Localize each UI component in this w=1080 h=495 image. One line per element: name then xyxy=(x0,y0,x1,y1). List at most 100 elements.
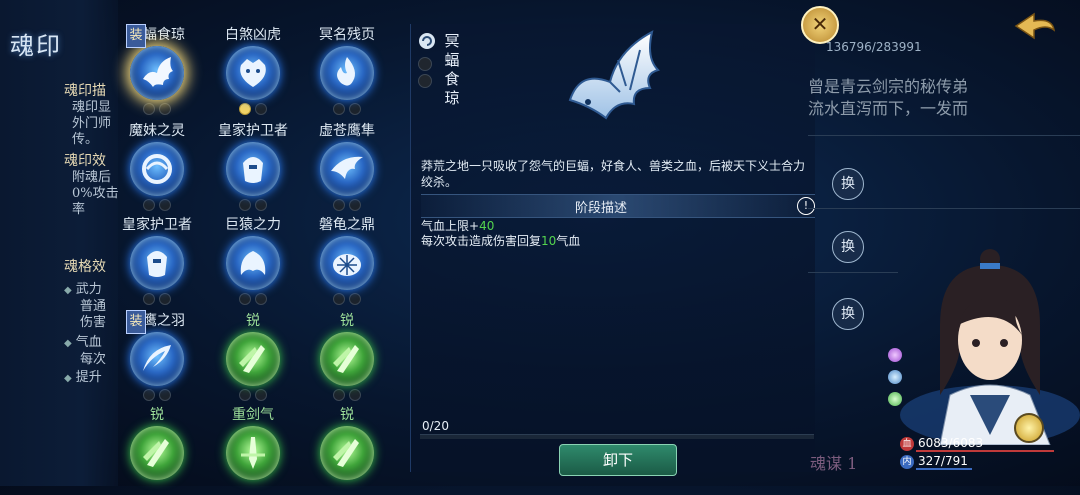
soul-description: 莽荒之地一只吸收了怨气的巨蝠，好食人、兽类之血，后被天下义士合力绞杀。 xyxy=(421,159,806,189)
slot-dot xyxy=(159,293,171,305)
guardian-icon xyxy=(243,157,263,183)
soul-seal-cell[interactable]: 狐鹰之羽装 xyxy=(112,310,202,401)
soul-seal-name: 锐 xyxy=(246,313,260,329)
slot-dot xyxy=(333,199,345,211)
soul-seal-orb[interactable] xyxy=(320,46,374,100)
flame-icon xyxy=(337,57,355,86)
sharp-icon xyxy=(333,345,359,373)
soul-seal-orb[interactable] xyxy=(226,236,280,290)
soul-seal-orb[interactable] xyxy=(226,46,280,100)
soul-seal-orb[interactable] xyxy=(320,142,374,196)
soul-seal-name: 皇家护卫者 xyxy=(218,123,288,139)
slot-row xyxy=(208,389,298,401)
soul-seal-orb[interactable]: 装 xyxy=(126,310,184,386)
bottom-label: 魂谋 1 xyxy=(810,454,858,473)
close-button[interactable]: ✕ xyxy=(801,6,839,44)
stat-value: 10 xyxy=(541,234,557,248)
slot-dot xyxy=(255,293,267,305)
slot-dot xyxy=(418,74,432,88)
soul-seal-name: 皇家护卫者 xyxy=(122,217,192,233)
slot-row xyxy=(302,293,392,305)
soul-seal-cell[interactable]: 锐 xyxy=(112,406,202,495)
soul-seal-orb[interactable] xyxy=(320,426,374,480)
soul-seal-cell[interactable]: 巨猿之力 xyxy=(208,216,298,305)
sidebar xyxy=(0,0,118,486)
soul-seal-name: 白煞凶虎 xyxy=(225,27,281,43)
slot-row xyxy=(302,483,392,495)
falcon-icon xyxy=(331,156,363,179)
soul-seal-cell[interactable]: 皇家护卫者 xyxy=(208,122,298,211)
swap-button[interactable]: 换 xyxy=(832,231,864,263)
soul-seal-orb[interactable] xyxy=(130,426,184,480)
sharp-icon xyxy=(239,345,265,373)
stage-stats: 气血上限+40 每次攻击造成伤害回复10气血 xyxy=(421,219,580,249)
stage-description-label: 阶段描述 xyxy=(574,201,627,216)
slot-dot xyxy=(349,103,361,115)
hp-fill xyxy=(916,450,1054,452)
spiral-icon xyxy=(419,33,435,49)
soul-seal-name: 虚苍鹰隼 xyxy=(319,123,375,139)
hero-portrait xyxy=(900,249,1080,445)
slot-dot xyxy=(143,103,155,115)
experience-text: 136796/283991 xyxy=(826,40,922,54)
soul-seal-orb[interactable] xyxy=(130,236,184,290)
soul-seal-orb[interactable] xyxy=(320,332,374,386)
page-title: 魂印 xyxy=(10,32,62,60)
slot-dot xyxy=(349,293,361,305)
slot-dot xyxy=(143,389,155,401)
soul-seal-cell[interactable]: 重剑气 xyxy=(208,406,298,495)
soul-seal-cell[interactable]: 锐 xyxy=(302,406,392,495)
slot-dot xyxy=(418,57,432,71)
effect-item: 提升 xyxy=(75,370,102,385)
slot-dot xyxy=(255,199,267,211)
slot-dot xyxy=(239,103,251,115)
soul-seal-cell[interactable]: 白煞凶虎 xyxy=(208,26,298,115)
slot-row xyxy=(302,103,392,115)
stat-lifesteal: 每次攻击造成伤害回复10气血 xyxy=(421,234,580,249)
soul-seal-orb[interactable] xyxy=(226,426,280,480)
soul-seal-cell[interactable]: 虚苍鹰隼 xyxy=(302,122,392,211)
soul-seal-cell[interactable]: 冥名残页 xyxy=(302,26,392,115)
soul-seal-orb[interactable]: 装 xyxy=(126,24,184,100)
soul-name: 冥 蝠 食 琼 xyxy=(443,32,461,108)
soul-seal-cell[interactable]: 磐龟之鼎 xyxy=(302,216,392,305)
soul-seal-orb[interactable] xyxy=(130,142,184,196)
back-arrow-icon[interactable] xyxy=(1012,10,1058,42)
bullet-icon: ◆ xyxy=(64,373,72,384)
swap-button[interactable]: 换 xyxy=(832,298,864,330)
slot-row xyxy=(208,199,298,211)
soul-seal-orb[interactable] xyxy=(226,142,280,196)
soul-seal-cell[interactable]: 冥蝠食琼装 xyxy=(112,24,202,115)
slot-row xyxy=(208,103,298,115)
soul-seal-name: 冥名残页 xyxy=(319,27,375,43)
soul-seal-orb[interactable] xyxy=(320,236,374,290)
bullet-icon: ◆ xyxy=(64,338,72,349)
hp-value: 6083/6083 xyxy=(918,436,984,450)
slot-dot xyxy=(333,103,345,115)
slot-row xyxy=(112,293,202,305)
unload-button[interactable]: 卸下 xyxy=(559,444,677,476)
slot-row xyxy=(302,389,392,401)
feather-icon xyxy=(143,345,171,371)
soul-seal-cell[interactable]: 魔妹之灵 xyxy=(112,122,202,211)
sword-qi-icon xyxy=(241,437,265,469)
soul-seal-orb[interactable] xyxy=(226,332,280,386)
slot-dot xyxy=(159,199,171,211)
soul-seal-cell[interactable]: 锐 xyxy=(208,312,298,401)
soul-seal-name: 巨猿之力 xyxy=(225,217,281,233)
stat-label: 每次攻击造成伤害回复 xyxy=(421,234,542,248)
name-char: 蝠 xyxy=(444,51,460,69)
slot-dot xyxy=(255,389,267,401)
mp-value: 327/791 xyxy=(918,454,968,468)
soul-seal-cell[interactable]: 皇家护卫者 xyxy=(112,216,202,305)
slot-dot xyxy=(349,389,361,401)
mp-bar: 内 327/791 xyxy=(900,454,1060,470)
soul-seal-name: 磐龟之鼎 xyxy=(319,217,375,233)
swap-button[interactable]: 换 xyxy=(832,168,864,200)
info-icon[interactable]: ! xyxy=(797,197,815,215)
slot-dot xyxy=(159,103,171,115)
soul-seal-cell[interactable]: 锐 xyxy=(302,312,392,401)
slot-dot xyxy=(255,103,267,115)
tiger-icon xyxy=(240,59,266,87)
soul-seal-name: 重剑气 xyxy=(232,407,274,423)
